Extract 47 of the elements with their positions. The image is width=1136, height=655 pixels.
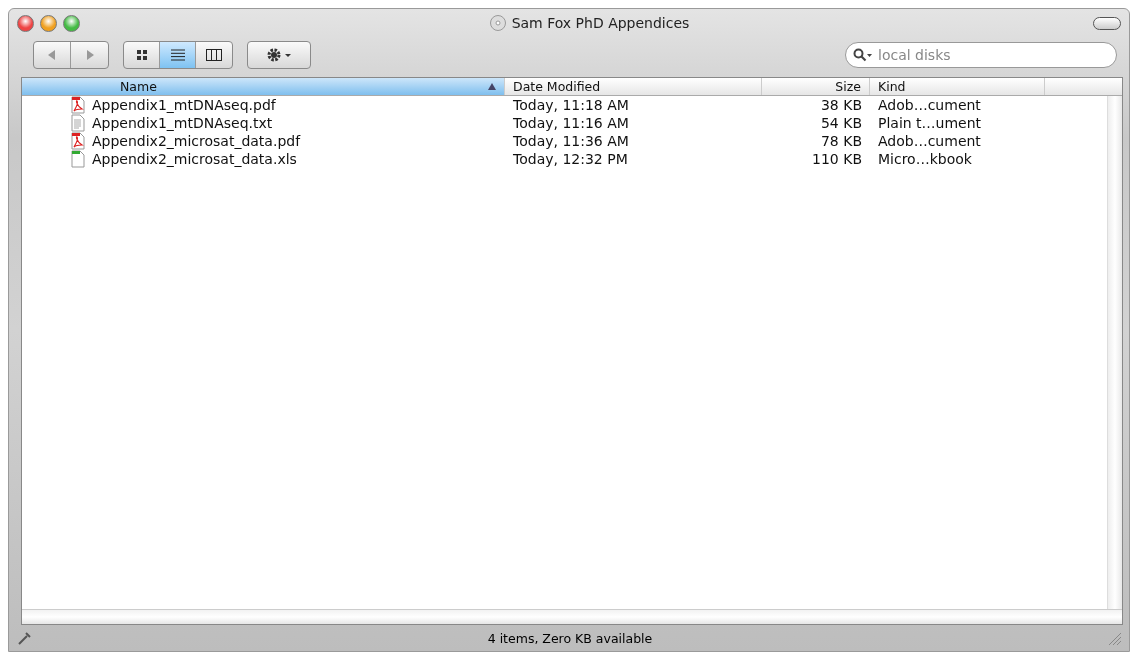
pdf-file-icon xyxy=(70,96,86,114)
file-name[interactable]: Appendix1_mtDNAseq.txt xyxy=(92,115,273,131)
window-title: Sam Fox PhD Appendices xyxy=(511,15,690,31)
column-header[interactable]: Name xyxy=(22,78,505,95)
horizontal-scrollbar[interactable] xyxy=(22,609,1122,624)
date-cell-text: Today, 12:32 PM xyxy=(512,151,629,167)
column-view-icon xyxy=(206,49,222,61)
column-header[interactable]: Date Modified xyxy=(505,78,762,95)
toolbar-toggle-button[interactable] xyxy=(1093,16,1121,30)
vertical-scrollbar[interactable] xyxy=(1107,96,1122,609)
size-cell-text: 78 KB xyxy=(819,133,863,149)
kind-cell-text: Adob…cument xyxy=(877,97,982,113)
kind-cell-text: Micro…kbook xyxy=(877,151,973,167)
forward-arrow-icon xyxy=(85,50,94,60)
icon-view-icon xyxy=(135,49,148,61)
gear-icon xyxy=(266,47,292,63)
date-cell-text: Today, 11:16 AM xyxy=(512,115,630,131)
back-arrow-icon xyxy=(48,50,56,60)
file-name[interactable]: Appendix2_microsat_data.pdf xyxy=(92,133,301,149)
text-file-icon xyxy=(70,114,86,132)
column-header[interactable]: Kind xyxy=(870,78,1045,95)
navigation-control[interactable] xyxy=(33,41,109,69)
kind-cell-text: Plain t…ument xyxy=(877,115,983,131)
view-mode-control[interactable] xyxy=(123,41,233,69)
spreadsheet-file-icon xyxy=(70,150,86,168)
file-name[interactable]: Appendix1_mtDNAseq.pdf xyxy=(92,97,276,113)
search-field[interactable]: local disks xyxy=(845,42,1117,68)
pencil-icon xyxy=(17,630,33,646)
list-view-icon xyxy=(170,49,185,61)
view-mode-button[interactable] xyxy=(160,42,196,68)
size-cell-text: 38 KB xyxy=(819,97,863,113)
kind-cell-text: Adob…cument xyxy=(877,133,982,149)
column-header[interactable]: Size xyxy=(762,78,870,95)
size-cell-text: 54 KB xyxy=(819,115,863,131)
file-name[interactable]: Appendix2_microsat_data.xls xyxy=(92,151,297,167)
status-text: 4 items, Zero KB available xyxy=(486,630,654,646)
pdf-file-icon xyxy=(70,132,86,150)
resize-grip-icon[interactable] xyxy=(1107,631,1121,645)
zoom-button[interactable] xyxy=(63,14,80,32)
search-icon xyxy=(853,48,873,62)
sort-arrow-icon xyxy=(488,83,496,90)
disc-icon xyxy=(489,15,506,31)
close-button[interactable] xyxy=(17,14,34,32)
date-cell-text: Today, 11:36 AM xyxy=(512,133,630,149)
size-cell-text: 110 KB xyxy=(811,151,863,167)
minimize-button[interactable] xyxy=(40,14,57,32)
date-cell-text: Today, 11:18 AM xyxy=(512,97,630,113)
